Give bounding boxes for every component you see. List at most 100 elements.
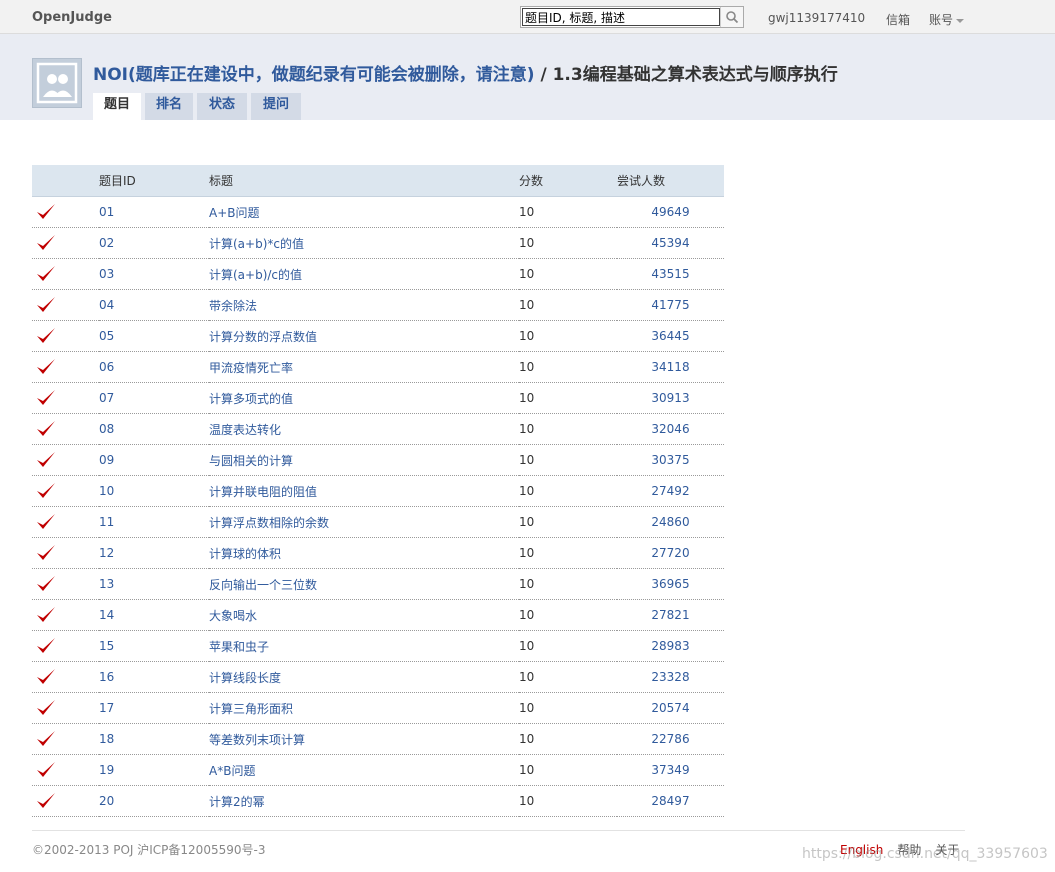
problem-tries-link[interactable]: 30375 xyxy=(651,453,689,467)
problem-tries-link[interactable]: 36965 xyxy=(651,577,689,591)
problem-title-link[interactable]: A*B问题 xyxy=(209,764,255,778)
check-icon xyxy=(37,266,55,281)
problem-title-link[interactable]: 甲流疫情死亡率 xyxy=(209,361,293,375)
table-row: 11 计算浮点数相除的余数 10 24860 xyxy=(32,506,724,538)
problem-tries-link[interactable]: 45394 xyxy=(651,236,689,250)
problem-title-link[interactable]: 计算浮点数相除的余数 xyxy=(209,516,329,530)
problem-id-link[interactable]: 13 xyxy=(99,577,114,591)
problem-title-link[interactable]: 温度表达转化 xyxy=(209,423,281,437)
problem-title-link[interactable]: 计算(a+b)/c的值 xyxy=(209,268,302,282)
problem-title-link[interactable]: 苹果和虫子 xyxy=(209,640,269,654)
problem-id-link[interactable]: 02 xyxy=(99,236,114,250)
problem-tries-link[interactable]: 30913 xyxy=(651,391,689,405)
table-row: 07 计算多项式的值 10 30913 xyxy=(32,382,724,414)
problem-score: 10 xyxy=(519,630,617,662)
problem-tries-link[interactable]: 43515 xyxy=(651,267,689,281)
problem-tries-link[interactable]: 23328 xyxy=(651,670,689,684)
account-menu[interactable]: 账号 xyxy=(929,11,965,28)
problem-tries-link[interactable]: 34118 xyxy=(651,360,689,374)
problem-title-link[interactable]: 带余除法 xyxy=(209,299,257,313)
check-icon xyxy=(37,390,55,405)
problem-title-link[interactable]: 计算球的体积 xyxy=(209,547,281,561)
problem-tries-link[interactable]: 36445 xyxy=(651,329,689,343)
problem-id-link[interactable]: 01 xyxy=(99,205,114,219)
problem-title-link[interactable]: 计算三角形面积 xyxy=(209,702,293,716)
problem-tries-link[interactable]: 24860 xyxy=(651,515,689,529)
problem-id-link[interactable]: 15 xyxy=(99,639,114,653)
problem-id-link[interactable]: 04 xyxy=(99,298,114,312)
problem-id-link[interactable]: 06 xyxy=(99,360,114,374)
problem-tries-link[interactable]: 27720 xyxy=(651,546,689,560)
group-people-icon xyxy=(36,62,78,104)
problem-title-link[interactable]: 反向输出一个三位数 xyxy=(209,578,317,592)
table-row: 05 计算分数的浮点数值 10 36445 xyxy=(32,320,724,352)
problem-id-link[interactable]: 14 xyxy=(99,608,114,622)
problem-score: 10 xyxy=(519,227,617,259)
problem-score: 10 xyxy=(519,692,617,724)
problem-score: 10 xyxy=(519,599,617,631)
problem-id-link[interactable]: 05 xyxy=(99,329,114,343)
problem-tries-link[interactable]: 28497 xyxy=(651,794,689,808)
problem-tries-link[interactable]: 22786 xyxy=(651,732,689,746)
problem-tries-link[interactable]: 27492 xyxy=(651,484,689,498)
problem-id-link[interactable]: 07 xyxy=(99,391,114,405)
tab-ranking[interactable]: 排名 xyxy=(145,93,193,120)
table-row: 14 大象喝水 10 27821 xyxy=(32,599,724,631)
problem-id-link[interactable]: 20 xyxy=(99,794,114,808)
check-icon xyxy=(37,452,55,467)
group-title-link[interactable]: NOI(题库正在建设中，做题纪录有可能会被删除，请注意) xyxy=(93,65,535,85)
problem-id-link[interactable]: 03 xyxy=(99,267,114,281)
chevron-down-icon xyxy=(956,18,965,23)
problem-title-link[interactable]: 计算2的幂 xyxy=(209,795,265,809)
problem-tries-link[interactable]: 49649 xyxy=(651,205,689,219)
search-button[interactable] xyxy=(720,7,743,27)
footer-divider xyxy=(32,830,965,831)
problem-title-link[interactable]: 与圆相关的计算 xyxy=(209,454,293,468)
problem-title-link[interactable]: 等差数列末项计算 xyxy=(209,733,305,747)
problem-tries-link[interactable]: 37349 xyxy=(651,763,689,777)
tab-questions[interactable]: 提问 xyxy=(251,93,301,120)
problem-tries-link[interactable]: 32046 xyxy=(651,422,689,436)
user-link[interactable]: gwj1139177410 xyxy=(768,11,865,25)
problem-id-link[interactable]: 11 xyxy=(99,515,114,529)
problem-id-link[interactable]: 08 xyxy=(99,422,114,436)
problem-tries-link[interactable]: 41775 xyxy=(651,298,689,312)
tab-status[interactable]: 状态 xyxy=(197,93,247,120)
column-header-score: 分数 xyxy=(519,165,617,197)
problem-title-link[interactable]: 计算分数的浮点数值 xyxy=(209,330,317,344)
problem-tries-link[interactable]: 28983 xyxy=(651,639,689,653)
problem-id-link[interactable]: 18 xyxy=(99,732,114,746)
check-icon xyxy=(37,762,55,777)
problem-title-link[interactable]: 大象喝水 xyxy=(209,609,257,623)
group-avatar[interactable] xyxy=(32,58,82,108)
problem-title-link[interactable]: 计算线段长度 xyxy=(209,671,281,685)
inbox-link[interactable]: 信箱 xyxy=(886,11,910,28)
problem-id-link[interactable]: 12 xyxy=(99,546,114,560)
tab-problems[interactable]: 题目 xyxy=(93,93,141,120)
search-icon xyxy=(726,11,739,24)
problem-title-link[interactable]: 计算多项式的值 xyxy=(209,392,293,406)
problem-id-link[interactable]: 16 xyxy=(99,670,114,684)
table-row: 18 等差数列末项计算 10 22786 xyxy=(32,723,724,755)
problem-title-link[interactable]: A+B问题 xyxy=(209,206,260,220)
check-icon xyxy=(37,297,55,312)
problem-score: 10 xyxy=(519,444,617,476)
check-icon xyxy=(37,514,55,529)
problem-tries-link[interactable]: 27821 xyxy=(651,608,689,622)
problem-title-link[interactable]: 计算(a+b)*c的值 xyxy=(209,237,304,251)
problem-score: 10 xyxy=(519,351,617,383)
check-icon xyxy=(37,545,55,560)
section-title: 1.3编程基础之算术表达式与顺序执行 xyxy=(552,65,838,85)
problem-id-link[interactable]: 09 xyxy=(99,453,114,467)
problem-id-link[interactable]: 17 xyxy=(99,701,114,715)
search-input[interactable] xyxy=(522,8,720,26)
problem-id-link[interactable]: 10 xyxy=(99,484,114,498)
problem-id-link[interactable]: 19 xyxy=(99,763,114,777)
watermark-text: https://blog.csdn.net/qq_33957603 xyxy=(802,846,1048,862)
check-icon xyxy=(37,576,55,591)
table-row: 19 A*B问题 10 37349 xyxy=(32,754,724,786)
problem-score: 10 xyxy=(519,413,617,445)
problem-tries-link[interactable]: 20574 xyxy=(651,701,689,715)
problem-title-link[interactable]: 计算并联电阻的阻值 xyxy=(209,485,317,499)
brand-logo[interactable]: OpenJudge xyxy=(32,10,112,25)
